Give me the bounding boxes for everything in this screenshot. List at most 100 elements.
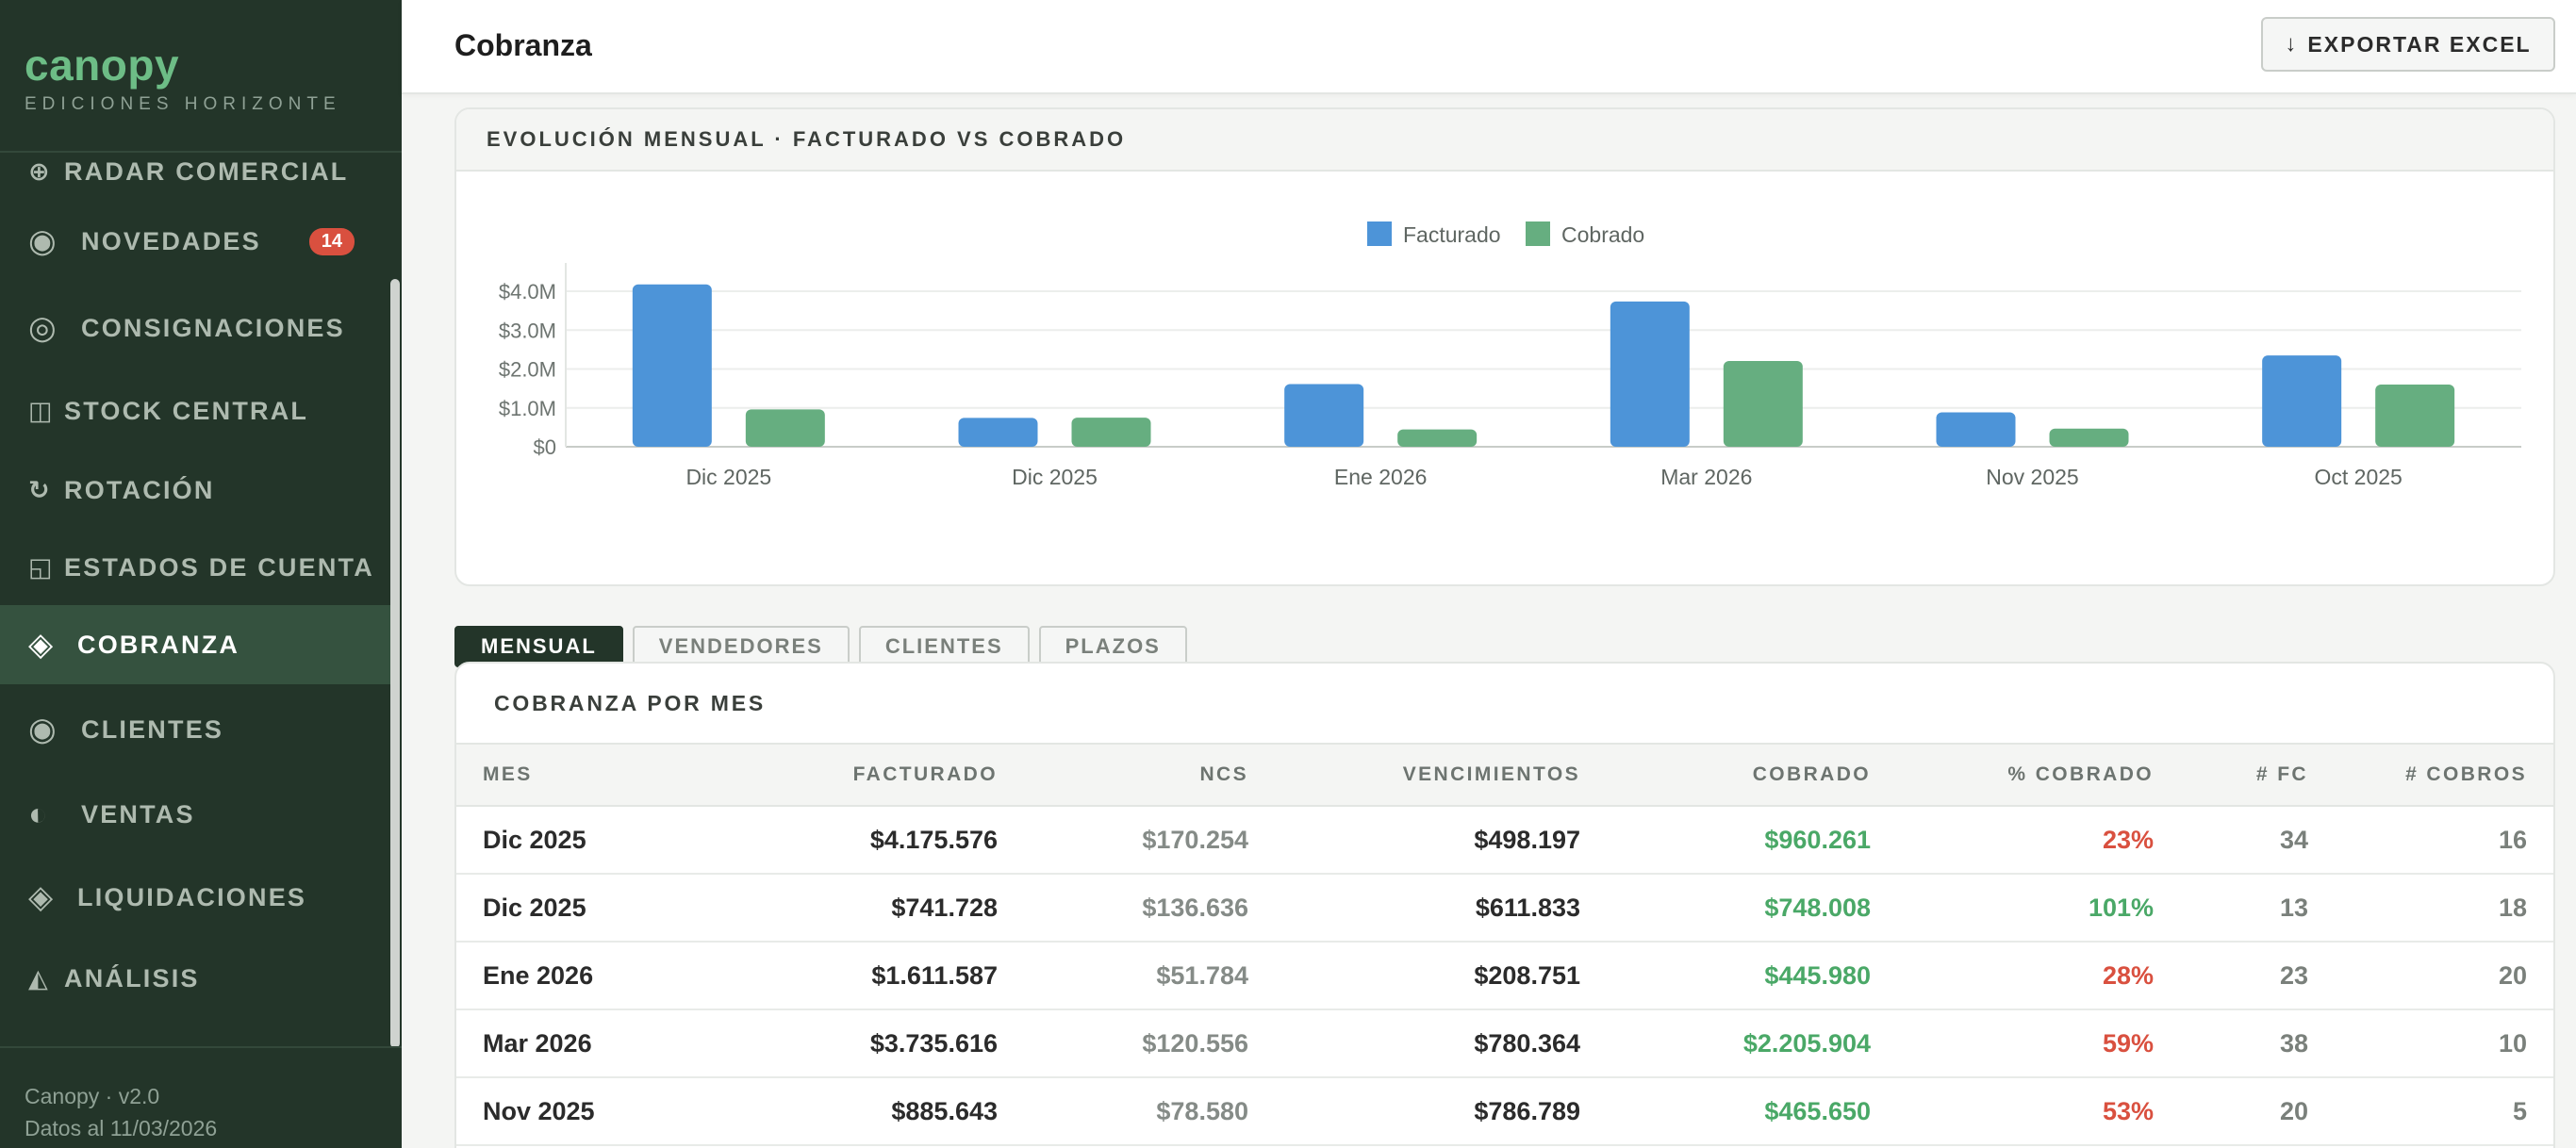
cell-facturado: $4.175.576 <box>739 806 998 875</box>
cell-pct-cobrado: 28% <box>1871 942 2154 1010</box>
cell-mes: Mar 2026 <box>456 1009 739 1078</box>
col-header-vencimientos[interactable]: VENCIMIENTOS <box>1248 743 1580 807</box>
legend-label: Cobrado <box>1561 222 1644 247</box>
brand-logo: canopy <box>25 41 180 90</box>
col-header-cobros[interactable]: # COBROS <box>2308 743 2553 807</box>
bar-facturado[interactable] <box>1936 412 2016 447</box>
sidebar-item-label: ROTACIÓN <box>64 475 215 504</box>
monthly-chart: $0 $1.0M $2.0M $3.0M $4.0M Dic 2025 Dic 2025 En… <box>499 221 2521 489</box>
circle-dot-icon: ◉ <box>28 712 58 747</box>
brand: canopy EDICIONES HORIZONTE <box>25 43 341 115</box>
y-tick-label: $2.0M <box>499 358 556 382</box>
bar-cobrado[interactable] <box>1397 429 1478 447</box>
sidebar-item-label: STOCK CENTRAL <box>64 396 309 425</box>
col-header-cobrado[interactable]: COBRADO <box>1580 743 1871 807</box>
sidebar-item-clientes[interactable]: ◉ CLIENTES <box>0 690 390 769</box>
col-header-fc[interactable]: # FC <box>2154 743 2308 807</box>
bar-facturado[interactable] <box>2262 355 2342 447</box>
cell-cobrado: $960.261 <box>1580 806 1871 875</box>
cell-cobros: 10 <box>2308 1009 2553 1078</box>
half-circle-icon: ◐ <box>28 795 50 832</box>
cell-vencimientos: $498.197 <box>1248 806 1580 875</box>
sidebar-item-novedades[interactable]: ◉ NOVEDADES 14 <box>0 202 390 281</box>
sidebar-item-liquidaciones[interactable]: ◈ LIQUIDACIONES <box>0 858 390 937</box>
col-header-facturado[interactable]: FACTURADO <box>739 743 998 807</box>
bar-facturado[interactable] <box>632 284 712 447</box>
sidebar-item-label: ANÁLISIS <box>64 963 200 992</box>
col-header-mes[interactable]: MES <box>456 743 739 807</box>
sidebar-item-radar-comercial[interactable]: ⊕ RADAR COMERCIAL <box>0 132 390 211</box>
bar-cobrado[interactable] <box>1071 418 1151 447</box>
cobranza-table: MES FACTURADO NCS VENCIMIENTOS COBRADO %… <box>456 743 2553 1146</box>
x-tick-label: Ene 2026 <box>1334 465 1427 489</box>
table-row[interactable]: Nov 2025 $885.643 $78.580 $786.789 $465.650 5… <box>456 1077 2553 1146</box>
sidebar-nav: ⊕ RADAR COMERCIAL ◉ NOVEDADES 14 ◎ CONSI… <box>0 132 390 1046</box>
sidebar-item-consignaciones[interactable]: ◎ CONSIGNACIONES <box>0 288 390 368</box>
cell-vencimientos: $780.364 <box>1248 1009 1580 1078</box>
bar-facturado[interactable] <box>958 418 1038 447</box>
sidebar-scrollbar[interactable] <box>390 279 400 1048</box>
sidebar-item-stock-central[interactable]: ◫ STOCK CENTRAL <box>0 371 390 451</box>
col-header-pct-cobrado[interactable]: % COBRADO <box>1871 743 2154 807</box>
table-row[interactable]: Ene 2026 $1.611.587 $51.784 $208.751 $445.98… <box>456 942 2553 1010</box>
circle-dot-icon: ◉ <box>28 223 58 259</box>
x-tick-label: Nov 2025 <box>1986 465 2078 489</box>
cell-vencimientos: $208.751 <box>1248 942 1580 1010</box>
sidebar-item-ventas[interactable]: ◐ VENTAS <box>0 775 390 854</box>
crosshair-icon: ⊕ <box>28 156 52 186</box>
cell-fc: 23 <box>2154 942 2308 1010</box>
table-row[interactable]: Dic 2025 $4.175.576 $170.254 $498.197 $960.2… <box>456 806 2553 875</box>
arrow-down-icon: ↓ <box>2285 31 2299 57</box>
sidebar-item-label: COBRANZA <box>77 630 240 659</box>
ledger-icon: ◱ <box>28 552 55 582</box>
cell-vencimientos: $611.833 <box>1248 874 1580 943</box>
legend-swatch <box>1367 221 1392 246</box>
table-row[interactable]: Mar 2026 $3.735.616 $120.556 $780.364 $2.205… <box>456 1009 2553 1078</box>
legend-item-cobrado[interactable]: Cobrado <box>1526 221 1644 247</box>
legend-label: Facturado <box>1403 222 1501 247</box>
sidebar-item-cobranza[interactable]: ◈ COBRANZA <box>0 605 390 684</box>
legend-item-facturado[interactable]: Facturado <box>1367 221 1501 247</box>
bar-cobrado[interactable] <box>745 409 825 447</box>
footer-divider <box>0 1046 402 1048</box>
sidebar-item-analisis[interactable]: ◭ ANÁLISIS <box>0 939 390 1018</box>
triangle-icon: ◭ <box>28 963 50 992</box>
col-header-ncs[interactable]: NCS <box>998 743 1248 807</box>
cell-mes: Ene 2026 <box>456 942 739 1010</box>
brand-divider <box>0 151 402 153</box>
sidebar-item-rotacion[interactable]: ↻ ROTACIÓN <box>0 451 390 530</box>
export-excel-button[interactable]: ↓ EXPORTAR EXCEL <box>2261 17 2555 72</box>
y-tick-label: $3.0M <box>499 319 556 342</box>
bar-facturado[interactable] <box>1284 384 1364 447</box>
brand-subtitle: EDICIONES HORIZONTE <box>25 94 341 114</box>
cell-pct-cobrado: 23% <box>1871 806 2154 875</box>
cell-cobros: 18 <box>2308 874 2553 943</box>
cell-mes: Nov 2025 <box>456 1077 739 1146</box>
cell-cobrado: $445.980 <box>1580 942 1871 1010</box>
cell-fc: 13 <box>2154 874 2308 943</box>
app-version: Canopy · v2.0 <box>25 1084 160 1108</box>
bar-cobrado[interactable] <box>1723 361 1803 447</box>
bar-cobrado[interactable] <box>2049 428 2129 447</box>
rotate-icon: ↻ <box>28 475 52 504</box>
legend-swatch <box>1526 221 1550 246</box>
cell-facturado: $885.643 <box>739 1077 998 1146</box>
bar-facturado[interactable] <box>1610 301 1690 447</box>
table-body: Dic 2025 $4.175.576 $170.254 $498.197 $960.2… <box>456 806 2553 1146</box>
sidebar-item-estados-de-cuenta[interactable]: ◱ ESTADOS DE CUENTA <box>0 528 390 607</box>
data-date: Datos al 11/03/2026 <box>25 1116 218 1140</box>
x-tick-label: Dic 2025 <box>1012 465 1098 489</box>
cell-cobrado: $465.650 <box>1580 1077 1871 1146</box>
notification-badge: 14 <box>308 227 355 255</box>
chart-card: EVOLUCIÓN MENSUAL · FACTURADO VS COBRADO… <box>454 107 2555 586</box>
cell-mes: Dic 2025 <box>456 806 739 875</box>
x-tick-label: Mar 2026 <box>1660 465 1752 489</box>
cell-cobros: 5 <box>2308 1077 2553 1146</box>
cell-vencimientos: $786.789 <box>1248 1077 1580 1146</box>
bar-cobrado[interactable] <box>2375 385 2455 447</box>
table-row[interactable]: Dic 2025 $741.728 $136.636 $611.833 $748.008… <box>456 874 2553 943</box>
sidebar-item-label: ESTADOS DE CUENTA <box>64 552 374 582</box>
sidebar-item-label: LIQUIDACIONES <box>77 882 307 911</box>
sidebar-footer: Canopy · v2.0 Datos al 11/03/2026 <box>25 1080 217 1144</box>
cell-ncs: $51.784 <box>998 942 1248 1010</box>
